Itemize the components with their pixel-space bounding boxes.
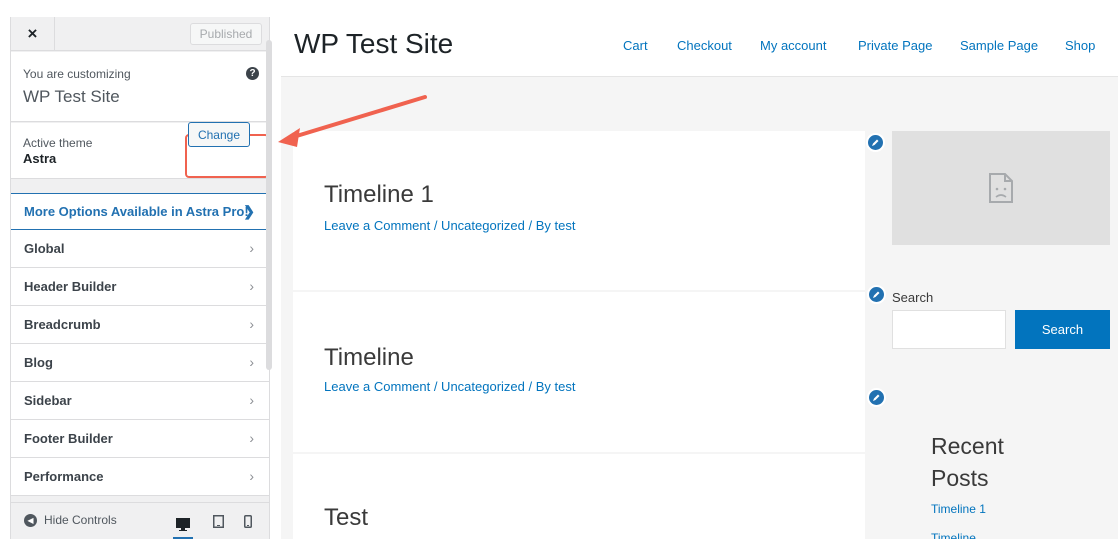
- site-preview: WP Test Site Cart Checkout My account Pr…: [281, 0, 1118, 539]
- hide-controls-button[interactable]: ◀ Hide Controls: [24, 513, 117, 527]
- menu-item-breadcrumb[interactable]: Breadcrumb ›: [11, 306, 269, 344]
- customizing-label: You are customizing: [23, 67, 131, 81]
- nav-link-private-page[interactable]: Private Page: [858, 38, 932, 53]
- hide-controls-label: Hide Controls: [44, 513, 117, 527]
- menu-item-sidebar[interactable]: Sidebar ›: [11, 382, 269, 420]
- search-button[interactable]: Search: [1015, 310, 1110, 349]
- menu-item-label: Footer Builder: [24, 431, 113, 446]
- astra-pro-link[interactable]: More Options Available in Astra Pro! ❯: [11, 193, 269, 230]
- menu-item-label: Global: [24, 241, 65, 256]
- chevron-right-icon: ❯: [243, 203, 255, 219]
- broken-image-placeholder: [892, 131, 1110, 245]
- customizing-site-name: WP Test Site: [23, 87, 120, 106]
- chevron-right-icon: ›: [249, 316, 254, 332]
- post-title[interactable]: Test: [324, 504, 368, 532]
- menu-item-label: Blog: [24, 355, 53, 370]
- active-theme-name: Astra: [23, 151, 57, 166]
- menu-item-footer-builder[interactable]: Footer Builder ›: [11, 420, 269, 458]
- customizer-footer: ◀ Hide Controls: [11, 502, 269, 539]
- menu-item-label: Performance: [24, 469, 104, 484]
- customizer-header: × Published: [11, 17, 269, 51]
- chevron-right-icon: ›: [249, 278, 254, 294]
- close-button[interactable]: ×: [11, 17, 55, 51]
- post-title[interactable]: Timeline: [324, 344, 414, 372]
- nav-link-cart[interactable]: Cart: [623, 38, 648, 53]
- menu-item-label: Breadcrumb: [24, 317, 101, 332]
- menu-item-label: Header Builder: [24, 279, 117, 294]
- recent-posts-title: Recent Posts: [931, 433, 1004, 491]
- collapse-icon: ◀: [24, 513, 37, 527]
- sidebar-scrollbar[interactable]: [266, 40, 272, 370]
- post-meta[interactable]: Leave a Comment / Uncategorized / By tes…: [324, 218, 575, 233]
- tablet-preview-icon[interactable]: [208, 511, 228, 531]
- site-header: WP Test Site Cart Checkout My account Pr…: [281, 0, 1118, 77]
- chevron-right-icon: ›: [249, 240, 254, 256]
- edit-shortcut-pencil-icon[interactable]: [867, 388, 886, 407]
- customizing-info: You are customizing WP Test Site ?: [11, 52, 269, 122]
- recent-post-link[interactable]: Timeline: [931, 531, 976, 539]
- published-button[interactable]: Published: [190, 23, 262, 45]
- nav-link-sample-page[interactable]: Sample Page: [960, 38, 1038, 53]
- search-widget-label: Search: [892, 290, 934, 305]
- edit-shortcut-pencil-icon[interactable]: [867, 285, 886, 304]
- post-card: Timeline Leave a Comment / Uncategorized…: [293, 292, 865, 452]
- search-input[interactable]: [892, 310, 1006, 349]
- customizer-panel: × Published You are customizing WP Test …: [0, 0, 281, 539]
- change-theme-button[interactable]: Change: [188, 122, 250, 147]
- active-theme-label: Active theme: [23, 136, 93, 150]
- mobile-preview-icon[interactable]: [238, 511, 258, 531]
- edit-shortcut-pencil-icon[interactable]: [866, 133, 885, 152]
- menu-item-blog[interactable]: Blog ›: [11, 344, 269, 382]
- nav-link-checkout[interactable]: Checkout: [677, 38, 732, 53]
- site-title[interactable]: WP Test Site: [294, 28, 453, 60]
- astra-pro-label: More Options Available in Astra Pro!: [24, 204, 249, 219]
- chevron-right-icon: ›: [249, 430, 254, 446]
- customizer-menu: Global › Header Builder › Breadcrumb › B…: [11, 230, 269, 496]
- chevron-right-icon: ›: [249, 468, 254, 484]
- chevron-right-icon: ›: [249, 354, 254, 370]
- post-card: Test: [293, 454, 865, 539]
- menu-item-performance[interactable]: Performance ›: [11, 458, 269, 496]
- customizer-sidebar: × Published You are customizing WP Test …: [10, 17, 270, 539]
- broken-image-icon: [989, 173, 1013, 203]
- post-title[interactable]: Timeline 1: [324, 181, 434, 209]
- post-card: Timeline 1 Leave a Comment / Uncategoriz…: [293, 131, 865, 290]
- menu-item-label: Sidebar: [24, 393, 72, 408]
- desktop-preview-icon[interactable]: [173, 511, 193, 539]
- chevron-right-icon: ›: [249, 392, 254, 408]
- recent-post-link[interactable]: Timeline 1: [931, 502, 986, 516]
- menu-item-header-builder[interactable]: Header Builder ›: [11, 268, 269, 306]
- nav-link-my-account[interactable]: My account: [760, 38, 826, 53]
- menu-item-global[interactable]: Global ›: [11, 230, 269, 268]
- post-meta[interactable]: Leave a Comment / Uncategorized / By tes…: [324, 379, 575, 394]
- help-icon[interactable]: ?: [246, 67, 259, 80]
- nav-link-shop[interactable]: Shop: [1065, 38, 1095, 53]
